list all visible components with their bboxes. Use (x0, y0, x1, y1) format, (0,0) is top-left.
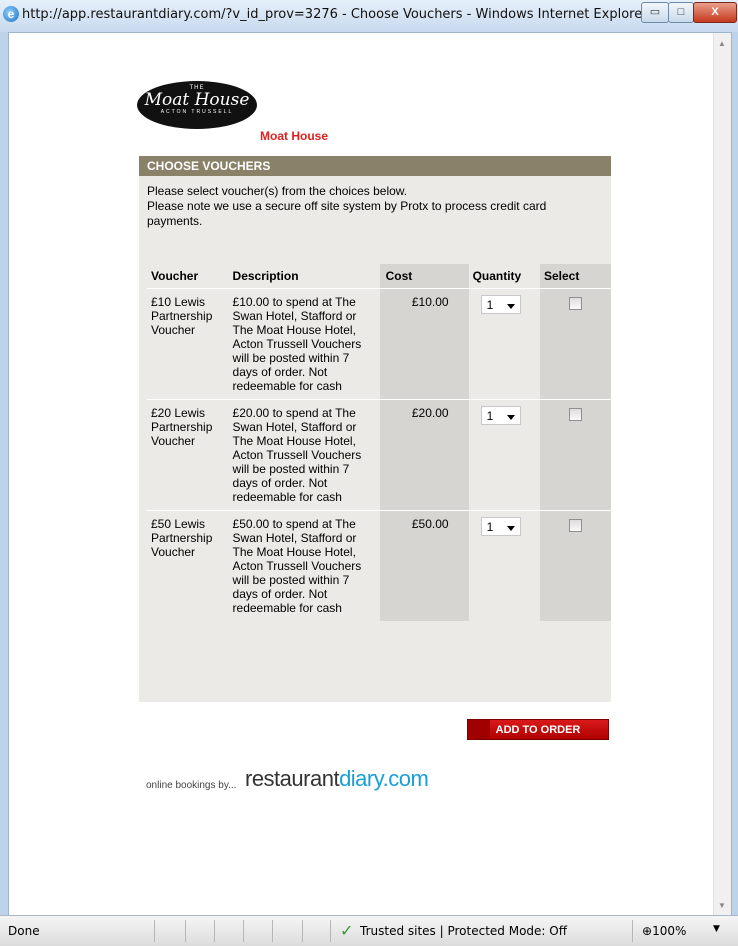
zoom-level[interactable]: ⊕100% (642, 924, 686, 938)
status-divider (302, 920, 303, 942)
header-description: Description (232, 269, 299, 283)
voucher-name: £50 Lewis Partnership Voucher (147, 510, 229, 621)
intro-line-2: Please note we use a secure off site sys… (147, 199, 547, 228)
page-content: THE Moat House ACTON TRUSSELL Moat House… (9, 33, 714, 916)
zoom-icon: ⊕ (642, 924, 653, 938)
venue-name: Moat House (260, 129, 329, 143)
internet-explorer-icon: e (3, 6, 19, 22)
quantity-value: 1 (486, 298, 494, 312)
voucher-description: £50.00 to spend at The Swan Hotel, Staff… (228, 510, 380, 621)
chevron-down-icon (506, 526, 515, 531)
header-voucher: Voucher (151, 269, 199, 283)
panel-header: CHOOSE VOUCHERS (139, 156, 611, 176)
quantity-value: 1 (486, 520, 494, 534)
button-accent-stripe (468, 720, 490, 739)
minimize-button[interactable]: ▭ (641, 2, 669, 23)
quantity-value: 1 (486, 409, 494, 423)
status-divider (214, 920, 215, 942)
select-cell (540, 510, 611, 621)
header-cost: Cost (379, 264, 469, 289)
brand-main: restaurant (245, 766, 340, 791)
select-cell (540, 399, 611, 511)
maximize-button[interactable]: □ (668, 2, 694, 23)
zoom-dropdown-icon[interactable]: ▼ (713, 924, 720, 934)
header-quantity: Quantity (472, 269, 522, 283)
header-select: Select (540, 264, 611, 289)
window-titlebar: e http://app.restaurantdiary.com/?v_id_p… (0, 0, 738, 32)
checkmark-icon: ✓ (340, 921, 354, 940)
close-button[interactable]: X (693, 2, 737, 23)
select-checkbox[interactable] (569, 408, 582, 421)
quantity-select[interactable]: 1 (480, 517, 521, 536)
table-row: £50 Lewis Partnership Voucher £50.00 to … (147, 510, 611, 621)
scroll-down-icon[interactable]: ▼ (718, 901, 726, 910)
select-cell (540, 288, 611, 400)
quantity-select[interactable]: 1 (480, 295, 521, 314)
intro-text: Please select voucher(s) from the choice… (139, 176, 611, 229)
status-divider (243, 920, 244, 942)
status-bar: Done ✓ Trusted sites | Protected Mode: O… (0, 915, 738, 946)
voucher-description: £10.00 to spend at The Swan Hotel, Staff… (228, 288, 380, 400)
quantity-select[interactable]: 1 (480, 406, 521, 425)
quantity-cell: 1 (468, 399, 540, 511)
add-to-order-label: ADD TO ORDER (495, 724, 581, 736)
quantity-cell: 1 (468, 510, 540, 621)
table-row: £20 Lewis Partnership Voucher £20.00 to … (147, 399, 611, 511)
powered-by-prefix: online bookings by... (146, 780, 237, 791)
select-checkbox[interactable] (569, 519, 582, 532)
window-title: http://app.restaurantdiary.com/?v_id_pro… (22, 7, 648, 22)
quantity-cell: 1 (468, 288, 540, 400)
browser-viewport: THE Moat House ACTON TRUSSELL Moat House… (8, 32, 732, 917)
choose-vouchers-panel: CHOOSE VOUCHERS Please select voucher(s)… (139, 156, 611, 702)
status-text: Done (8, 924, 40, 938)
select-checkbox[interactable] (569, 297, 582, 310)
voucher-description: £20.00 to spend at The Swan Hotel, Staff… (228, 399, 380, 511)
voucher-name: £10 Lewis Partnership Voucher (147, 288, 229, 400)
add-to-order-button[interactable]: ADD TO ORDER (467, 719, 609, 740)
status-divider (272, 920, 273, 942)
voucher-table: Voucher Description Cost Quantity Select… (147, 264, 611, 621)
zoom-value: 100% (652, 924, 687, 938)
scroll-up-icon[interactable]: ▲ (718, 39, 726, 48)
restaurantdiary-logo[interactable]: restaurantdiary.com (245, 766, 429, 792)
intro-line-1: Please select voucher(s) from the choice… (147, 184, 408, 198)
chevron-down-icon (506, 304, 515, 309)
table-header-row: Voucher Description Cost Quantity Select (147, 264, 611, 289)
voucher-cost: £10.00 (379, 288, 469, 400)
voucher-name: £20 Lewis Partnership Voucher (147, 399, 229, 511)
vertical-scrollbar[interactable]: ▲ ▼ (713, 33, 731, 916)
logo-name: Moat House (144, 90, 250, 110)
table-row: £10 Lewis Partnership Voucher £10.00 to … (147, 288, 611, 400)
status-divider (330, 920, 331, 942)
brand-accent: diary.com (339, 766, 429, 791)
moat-house-logo: THE Moat House ACTON TRUSSELL (137, 81, 257, 129)
security-zone[interactable]: Trusted sites | Protected Mode: Off (360, 924, 567, 938)
voucher-cost: £20.00 (379, 399, 469, 511)
chevron-down-icon (506, 415, 515, 420)
status-divider (632, 920, 633, 942)
status-divider (154, 920, 155, 942)
voucher-cost: £50.00 (379, 510, 469, 621)
status-divider (185, 920, 186, 942)
